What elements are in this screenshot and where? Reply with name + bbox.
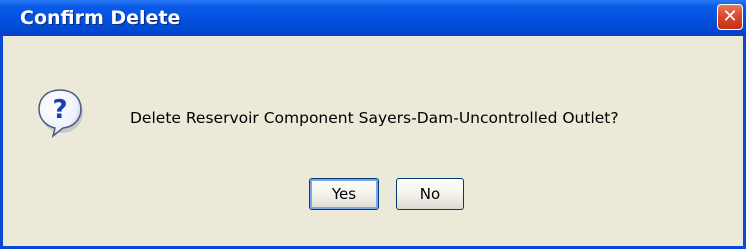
question-icon: ? (38, 89, 83, 138)
svg-text:?: ? (52, 95, 67, 125)
close-button[interactable]: ✕ (717, 4, 743, 30)
close-icon: ✕ (722, 6, 738, 27)
yes-button[interactable]: Yes (309, 178, 379, 210)
no-button[interactable]: No (396, 178, 464, 210)
confirm-message: Delete Reservoir Component Sayers-Dam-Un… (130, 109, 619, 127)
dialog-title: Confirm Delete (20, 7, 181, 29)
title-bar[interactable]: Confirm Delete ✕ (0, 0, 746, 36)
confirm-delete-dialog: Confirm Delete ✕ ? Delete Reservoir Comp… (0, 0, 746, 249)
